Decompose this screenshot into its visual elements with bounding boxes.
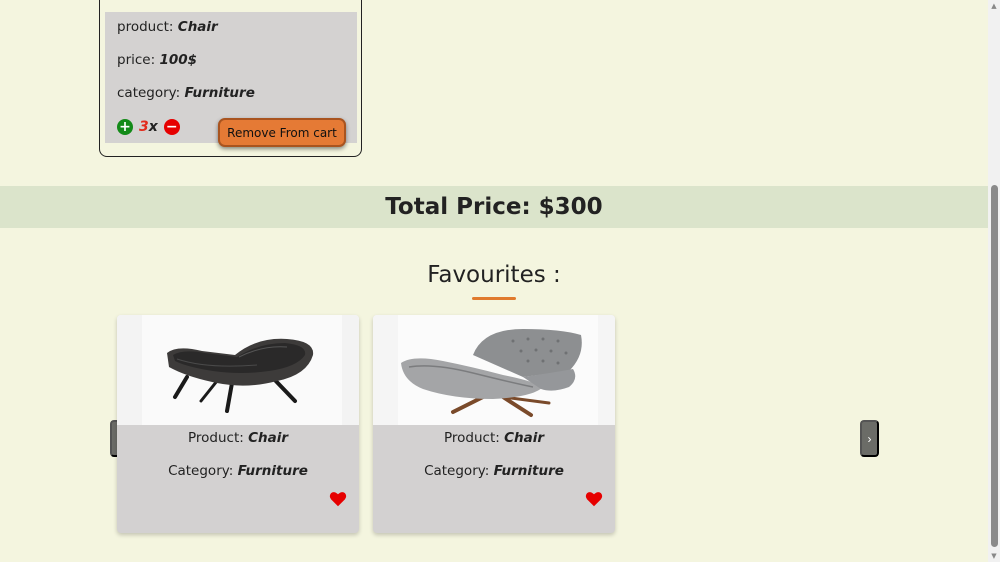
favourite-category-line: Category: Furniture bbox=[373, 463, 615, 479]
quantity-stepper: + 3x − bbox=[117, 119, 180, 135]
favourite-product-label: Product: bbox=[443, 430, 500, 446]
cart-category-line: category: Furniture bbox=[117, 85, 255, 101]
remove-from-cart-button[interactable]: Remove From cart bbox=[218, 118, 346, 147]
cart-product-line: product: Chair bbox=[117, 19, 218, 35]
favourite-category-value: Furniture bbox=[493, 463, 564, 479]
cart-product-label: product: bbox=[117, 19, 174, 35]
favourite-card[interactable]: Product: Chair Category: Furniture bbox=[373, 315, 615, 533]
cart-product-value: Chair bbox=[177, 19, 218, 35]
favourite-product-line: Product: Chair bbox=[373, 430, 615, 446]
heart-icon[interactable] bbox=[585, 491, 603, 507]
page: product: Chair price: 100$ category: Fur… bbox=[0, 0, 988, 562]
plus-circle-icon[interactable]: + bbox=[117, 119, 133, 135]
total-price: Total Price: $300 bbox=[385, 194, 603, 220]
scrollbar-thumb[interactable] bbox=[991, 185, 998, 547]
minus-circle-icon[interactable]: − bbox=[163, 119, 180, 135]
carousel-next-button[interactable]: › bbox=[860, 420, 879, 457]
scroll-down-arrow-icon[interactable]: ▼ bbox=[990, 552, 998, 560]
favourite-product-value: Chair bbox=[248, 430, 289, 446]
favourite-category-value: Furniture bbox=[237, 463, 308, 479]
favourite-product-label: Product: bbox=[187, 430, 244, 446]
cart-item-card: product: Chair price: 100$ category: Fur… bbox=[99, 0, 362, 157]
cart-price-line: price: 100$ bbox=[117, 52, 197, 68]
chair-image bbox=[373, 315, 615, 425]
favourites-title-underline bbox=[472, 297, 516, 300]
favourites-title: Favourites : bbox=[427, 262, 561, 288]
chair-image bbox=[117, 315, 359, 425]
cart-category-label: category: bbox=[117, 85, 181, 101]
cart-price-value: 100$ bbox=[159, 52, 198, 68]
cart-category-value: Furniture bbox=[184, 85, 255, 101]
quantity-value: 3 bbox=[139, 119, 149, 135]
quantity-suffix: x bbox=[148, 119, 158, 135]
heart-icon[interactable] bbox=[329, 491, 347, 507]
favourite-category-label: Category: bbox=[424, 463, 490, 479]
favourite-card[interactable]: Product: Chair Category: Furniture bbox=[117, 315, 359, 533]
favourite-category-line: Category: Furniture bbox=[117, 463, 359, 479]
favourite-category-label: Category: bbox=[168, 463, 234, 479]
favourite-product-value: Chair bbox=[504, 430, 545, 446]
cart-item-details: product: Chair price: 100$ category: Fur… bbox=[105, 12, 357, 147]
favourite-product-line: Product: Chair bbox=[117, 430, 359, 446]
cart-price-label: price: bbox=[117, 52, 156, 68]
total-price-bar: Total Price: $300 bbox=[0, 186, 988, 228]
quantity-display: 3x bbox=[139, 119, 158, 135]
scroll-up-arrow-icon[interactable]: ▲ bbox=[990, 2, 998, 10]
vertical-scrollbar[interactable]: ▲ ▼ bbox=[988, 0, 1000, 562]
